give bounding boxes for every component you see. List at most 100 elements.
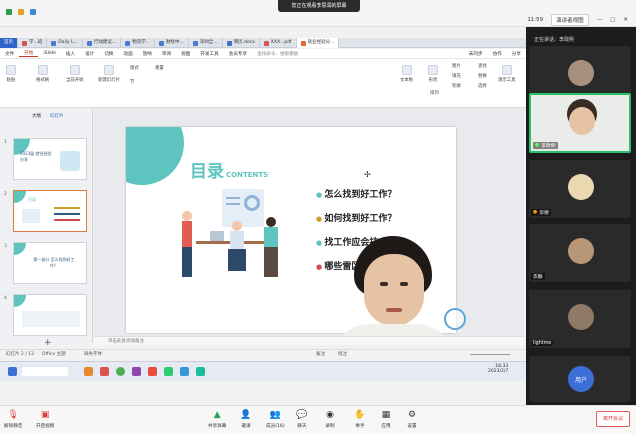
unmute-button[interactable]: 🎙 解除静音 — [4, 409, 22, 429]
start-video-button[interactable]: ▣ 开启视频 — [36, 409, 54, 429]
menu-transition[interactable]: 切换 — [99, 51, 118, 57]
outline-button[interactable]: 轮廓 — [452, 83, 461, 89]
signal-icon — [30, 9, 36, 15]
find-button[interactable]: 查找 — [478, 63, 487, 69]
apps-icon: ▦ — [381, 410, 391, 420]
tab-document[interactable]: 行动建议... — [83, 38, 122, 48]
tab-outline[interactable]: 大纲 — [32, 113, 41, 119]
speaker-view-button[interactable]: 演讲者视图 — [551, 14, 589, 26]
tab-home[interactable]: 首页 — [0, 38, 18, 48]
tab-document[interactable]: 深圳全... — [189, 38, 223, 48]
comments-toggle[interactable]: 批注 — [338, 350, 347, 359]
speaking-indicator: 正在讲话：李政熙 — [534, 37, 575, 43]
menu-view[interactable]: 视图 — [176, 51, 195, 57]
raise-hand-button[interactable]: ✋ 举手 — [354, 409, 366, 429]
slide-thumbnail-selected[interactable]: 目录 — [13, 190, 87, 232]
maximize-icon[interactable]: □ — [610, 17, 615, 23]
taskbar-search[interactable] — [22, 367, 68, 376]
apps-button[interactable]: ▦ 应用 — [380, 409, 392, 429]
app-icon[interactable] — [100, 367, 109, 376]
menu-insert[interactable]: 插入 — [61, 51, 80, 57]
notes-toggle[interactable]: 备注 — [316, 350, 325, 359]
mic-muted-icon: ● — [533, 210, 538, 215]
menu-file[interactable]: 文件 — [0, 51, 19, 57]
minimize-icon[interactable]: — — [597, 17, 603, 23]
app-icon[interactable] — [180, 367, 189, 376]
slide-title: 目录 CONTENTS — [190, 162, 269, 182]
avatar — [569, 107, 595, 135]
slide-position: 幻灯片 2 / 13 — [6, 352, 34, 357]
app-icon[interactable] — [196, 367, 205, 376]
paste-button[interactable]: 粘贴 — [6, 65, 16, 83]
missing-font[interactable]: 缺失字体 — [84, 350, 102, 359]
presentation-tool-button[interactable]: 演示工具 — [498, 65, 516, 83]
collab-label[interactable]: 协作 — [488, 51, 507, 57]
notes-area[interactable]: 单击此处添加备注 — [94, 336, 524, 345]
wechat-icon[interactable] — [164, 367, 173, 376]
leave-meeting-button[interactable]: 离开会议 — [596, 411, 630, 427]
participant-tile[interactable]: ● 华德 — [529, 160, 631, 218]
chat-button[interactable]: 💬 聊天 — [296, 409, 308, 429]
members-button[interactable]: 👥 成员(16) — [266, 409, 285, 429]
record-button[interactable]: ◉ 录制 — [324, 409, 336, 429]
layout-button[interactable]: 版式 — [130, 65, 139, 71]
wps-tab-bar: 首页 学...班 Daily L... 行动建议... 物流学... 财经中..… — [0, 38, 526, 48]
shapes-button[interactable]: 形状 — [428, 65, 438, 83]
tab-document[interactable]: 学...班 — [18, 38, 48, 48]
start-icon[interactable] — [8, 367, 17, 376]
app-icon[interactable] — [132, 367, 141, 376]
reset-button[interactable]: 重置 — [155, 65, 164, 71]
contents-text-2: 如何找到好工作？ — [324, 214, 397, 224]
slide-thumbnail[interactable]: 2023届 就业经验分享 — [13, 138, 87, 180]
tab-document[interactable]: 财经中... — [155, 38, 189, 48]
add-slide-icon[interactable]: + — [44, 338, 52, 348]
zoom-slider[interactable] — [470, 354, 510, 355]
settings-icon: ⚙ — [407, 410, 417, 420]
slide-thumbnail[interactable] — [13, 294, 87, 336]
tab-document[interactable]: 物流学... — [121, 38, 156, 48]
section-button[interactable]: 节 — [130, 79, 134, 85]
participant-tile[interactable]: 衣静 — [529, 224, 631, 282]
menu-slideshow[interactable]: 放映 — [138, 51, 157, 57]
tab-document[interactable]: Daily L... — [47, 38, 83, 48]
new-slide-button[interactable]: 新建幻灯片 — [98, 65, 120, 83]
menu-home[interactable]: 开始 — [19, 50, 39, 57]
unsynced-label[interactable]: 未同步 — [464, 51, 488, 57]
play-icon — [69, 65, 80, 75]
textbox-button[interactable]: 文本框 — [400, 65, 413, 83]
play-current-button[interactable]: 当前开始 — [66, 65, 84, 83]
invite-button[interactable]: 👤 邀请 — [240, 409, 252, 429]
tab-document[interactable]: XXX...pdf — [260, 38, 297, 48]
menu-developer[interactable]: 开发工具 — [195, 51, 223, 57]
menu-design[interactable]: 设计 — [80, 51, 99, 57]
picture-button[interactable]: 图片 — [452, 63, 461, 69]
menu-islide[interactable]: iSlide — [38, 51, 61, 56]
participant-tile[interactable]: 用户 — [529, 356, 631, 402]
command-search[interactable]: 查找命令、搜索模板 — [252, 51, 303, 57]
arrange-button[interactable]: 排列 — [430, 90, 439, 96]
menu-review[interactable]: 审阅 — [157, 51, 176, 57]
fill-button[interactable]: 填充 — [452, 73, 461, 79]
tab-document[interactable]: 简历.docx — [223, 38, 260, 48]
replace-button[interactable]: 替换 — [478, 73, 487, 79]
settings-button[interactable]: ⚙ 设置 — [406, 409, 418, 429]
browser-icon[interactable] — [116, 367, 125, 376]
close-icon[interactable]: ✕ — [623, 17, 628, 23]
menu-animation[interactable]: 动画 — [119, 51, 138, 57]
share-screen-button[interactable]: ▲ 共享屏幕 — [208, 409, 226, 429]
format-painter-button[interactable]: 格式刷 — [36, 65, 49, 83]
tab-slides[interactable]: 幻灯片 — [50, 113, 64, 119]
share-label[interactable]: 分享 — [507, 51, 526, 57]
wps-icon[interactable] — [148, 367, 157, 376]
textbox-icon — [401, 65, 412, 75]
participant-tile-active[interactable]: ● 李政熙 — [529, 93, 631, 153]
tab-active-ppt[interactable]: 就业经验分... — [296, 38, 340, 48]
menu-vip[interactable]: 会员专享 — [224, 51, 252, 57]
slide-thumbnail[interactable]: 第一部分 怎么找到好工作？ — [13, 242, 87, 284]
new-slide-icon — [103, 65, 114, 75]
brush-icon — [37, 65, 48, 75]
app-icon[interactable] — [84, 367, 93, 376]
select-button[interactable]: 选择 — [478, 83, 487, 89]
avatar: 用户 — [568, 366, 594, 392]
participant-tile[interactable]: lightme — [529, 290, 631, 348]
